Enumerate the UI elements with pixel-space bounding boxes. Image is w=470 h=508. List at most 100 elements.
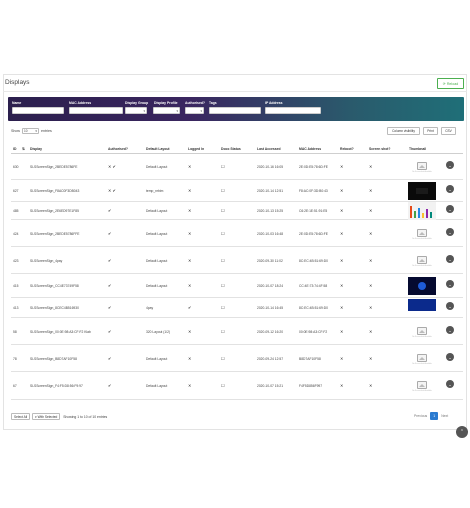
table-row[interactable]: 630 SLSScreenSign_2BEDE5786FE ✕ ✔ Defaul… (11, 154, 463, 180)
cell-display[interactable]: SLSScreenSign_00:0E:98:A3:CF:F2 Klab (30, 330, 91, 334)
cell-last-accessed: 2020-10-07 18:24 (257, 284, 284, 288)
col-dooc-status[interactable]: Dooc Status (221, 147, 241, 151)
with-selected-label: With Selected (37, 414, 58, 419)
col-screen-shot[interactable]: Screen shot? (369, 147, 390, 151)
table-row[interactable]: 424 SLSScreenSign_2BEDE5786FFE ✔ Default… (11, 220, 463, 247)
col-default-layout[interactable]: Default Layout (146, 147, 170, 151)
filter-tags-input[interactable] (209, 107, 261, 114)
thumbnail-image[interactable] (408, 182, 436, 200)
thumbnail-placeholder[interactable]: No Screenshot Available (408, 323, 436, 341)
csv-button[interactable]: CSV (441, 127, 456, 135)
page-length-select[interactable]: 10 ▾ (22, 128, 39, 134)
print-button[interactable]: Print (423, 127, 438, 135)
pagination: Previous 1 Next (414, 412, 448, 420)
cell-display[interactable]: SLSScreenSign_4pay (30, 259, 62, 263)
row-actions-button[interactable]: ⌄ (446, 185, 454, 193)
thumbnail-placeholder[interactable]: No Screenshot Available (408, 225, 436, 243)
col-mac[interactable]: MAC Address (299, 147, 321, 151)
cell-last-accessed: 2020-09-24 12:57 (257, 357, 284, 361)
cell-authorised: ✔ (108, 283, 112, 288)
table-row[interactable]: 67 SLSScreenSign_F4:F5:D8:56:F9:97 ✔ Def… (11, 372, 463, 400)
cell-display[interactable]: SLSScreenSign_CC4E73749F58 (30, 284, 79, 288)
col-display[interactable]: Display (30, 147, 42, 151)
cell-display[interactable]: SLSScreenSign_8CEC4B516930 (30, 306, 79, 310)
table-row[interactable]: 485 SLSScreenSign_2E6ED97E1F85 ✔ Default… (11, 202, 463, 220)
with-selected-button[interactable]: ▾ With Selected (32, 413, 61, 420)
cell-display[interactable]: SLSScreenSign_B8D7AF10F58 (30, 357, 77, 361)
thumbnail-placeholder[interactable]: No Screenshot Available (408, 158, 436, 176)
filter-authorised-select[interactable]: ▾ (185, 107, 204, 114)
col-last-accessed[interactable]: Last Accessed (257, 147, 281, 151)
cell-id: 413 (13, 306, 19, 310)
chevron-down-icon: ▾ (35, 414, 37, 419)
cell-last-accessed: 2020-09-30 11:02 (257, 259, 283, 263)
filter-display-group-select[interactable]: ▾ (125, 107, 147, 114)
scroll-top-button[interactable]: ⌃ (456, 426, 468, 438)
reload-button[interactable]: ⟳ Reload (437, 78, 464, 89)
cell-authorised: ✕ ✔ (108, 164, 116, 169)
page-title: Displays (5, 79, 30, 86)
row-actions-button[interactable]: ⌄ (446, 353, 454, 361)
table-row[interactable]: 627 SLSScreenSign_F8AC0F3DB043 ✕ ✔ temp_… (11, 180, 463, 202)
thumbnail-caption: No Screenshot Available (412, 335, 432, 338)
thumbnail-image[interactable] (408, 299, 436, 317)
filter-mac-input[interactable] (69, 107, 123, 114)
thumbnail-image[interactable] (408, 202, 436, 220)
col-authorised[interactable]: Authorised? (108, 147, 128, 151)
row-actions-button[interactable]: ⌄ (446, 280, 454, 288)
row-actions-button[interactable]: ⌄ (446, 255, 454, 263)
cell-id: 423 (13, 259, 19, 263)
next-button[interactable]: Next (441, 414, 448, 418)
thumbnail-image[interactable] (408, 277, 436, 295)
filter-display-profile-select[interactable]: ▾ (153, 107, 180, 114)
cell-display[interactable]: SLSScreenSign_F8AC0F3DB043 (30, 189, 79, 193)
cell-dooc-status: ☐ (221, 164, 225, 169)
cell-display[interactable]: SLSScreenSign_2E6ED97E1F85 (30, 209, 79, 213)
cell-default-layout: Default Layout (146, 284, 168, 288)
table-row[interactable]: 415 SLSScreenSign_CC4E73749F58 ✔ Default… (11, 274, 463, 298)
cell-id: 58 (13, 330, 17, 334)
cell-display[interactable]: SLSScreenSign_F4:F5:D8:56:F9:97 (30, 384, 83, 388)
table-row[interactable]: 413 SLSScreenSign_8CEC4B516930 ✔ 4pay ✔ … (11, 298, 463, 318)
page-length-value: 10 (24, 129, 28, 133)
col-id[interactable]: ID (13, 147, 16, 151)
cell-mac: F4F5D856F997 (299, 384, 323, 388)
table-row[interactable]: 78 SLSScreenSign_B8D7AF10F58 ✔ Default L… (11, 345, 463, 372)
thumbnail-caption: No Screenshot Available (412, 389, 432, 392)
chevron-down-icon: ⌄ (448, 303, 452, 309)
col-logged-in[interactable]: Logged In (188, 147, 204, 151)
thumbnail-placeholder[interactable]: No Screenshot Available (408, 252, 436, 270)
thumbnail-placeholder[interactable]: No Screenshot Available (408, 377, 436, 395)
cell-display[interactable]: SLSScreenSign_2BEDE5786FFE (30, 232, 79, 236)
previous-button[interactable]: Previous (414, 414, 427, 418)
filter-name-input[interactable] (12, 107, 64, 114)
row-actions-button[interactable]: ⌄ (446, 228, 454, 236)
row-actions-button[interactable]: ⌄ (446, 205, 454, 213)
cell-screen-shot: ✕ (369, 383, 373, 388)
filter-ip-input[interactable] (265, 107, 321, 114)
row-actions-button[interactable]: ⌄ (446, 326, 454, 334)
row-actions-button[interactable]: ⌄ (446, 380, 454, 388)
col-reboot[interactable]: Reboot? (340, 147, 354, 151)
page-button-current[interactable]: 1 (430, 412, 439, 420)
column-visibility-button[interactable]: Column visibility (387, 127, 420, 135)
cell-default-layout: temp_nrbim (146, 189, 164, 193)
table-row[interactable]: 58 SLSScreenSign_00:0E:98:A3:CF:F2 Klab … (11, 318, 463, 345)
filter-display-profile-label: Display Profile (154, 101, 178, 105)
chevron-down-icon: ⌄ (448, 354, 452, 360)
image-icon (417, 255, 427, 264)
select-all-button[interactable]: Select All (11, 413, 31, 420)
cell-authorised: ✕ ✔ (108, 188, 116, 193)
cell-thumbnail (408, 202, 436, 220)
cell-authorised: ✔ (108, 356, 112, 361)
row-actions-button[interactable]: ⌄ (446, 302, 454, 310)
row-actions-button[interactable]: ⌄ (446, 161, 454, 169)
cell-display[interactable]: SLSScreenSign_2BEDE5786FE (30, 165, 77, 169)
table-row[interactable]: 423 SLSScreenSign_4pay ✔ Default Layout … (11, 247, 463, 274)
cell-dooc-status: ☐ (221, 188, 225, 193)
col-thumbnail[interactable]: Thumbnail (409, 147, 426, 151)
chevron-down-icon: ⌄ (448, 186, 452, 192)
thumbnail-placeholder[interactable]: No Screenshot Available (408, 350, 436, 368)
chevron-down-icon: ⌄ (448, 381, 452, 387)
cell-default-layout: Default Layout (146, 259, 168, 263)
